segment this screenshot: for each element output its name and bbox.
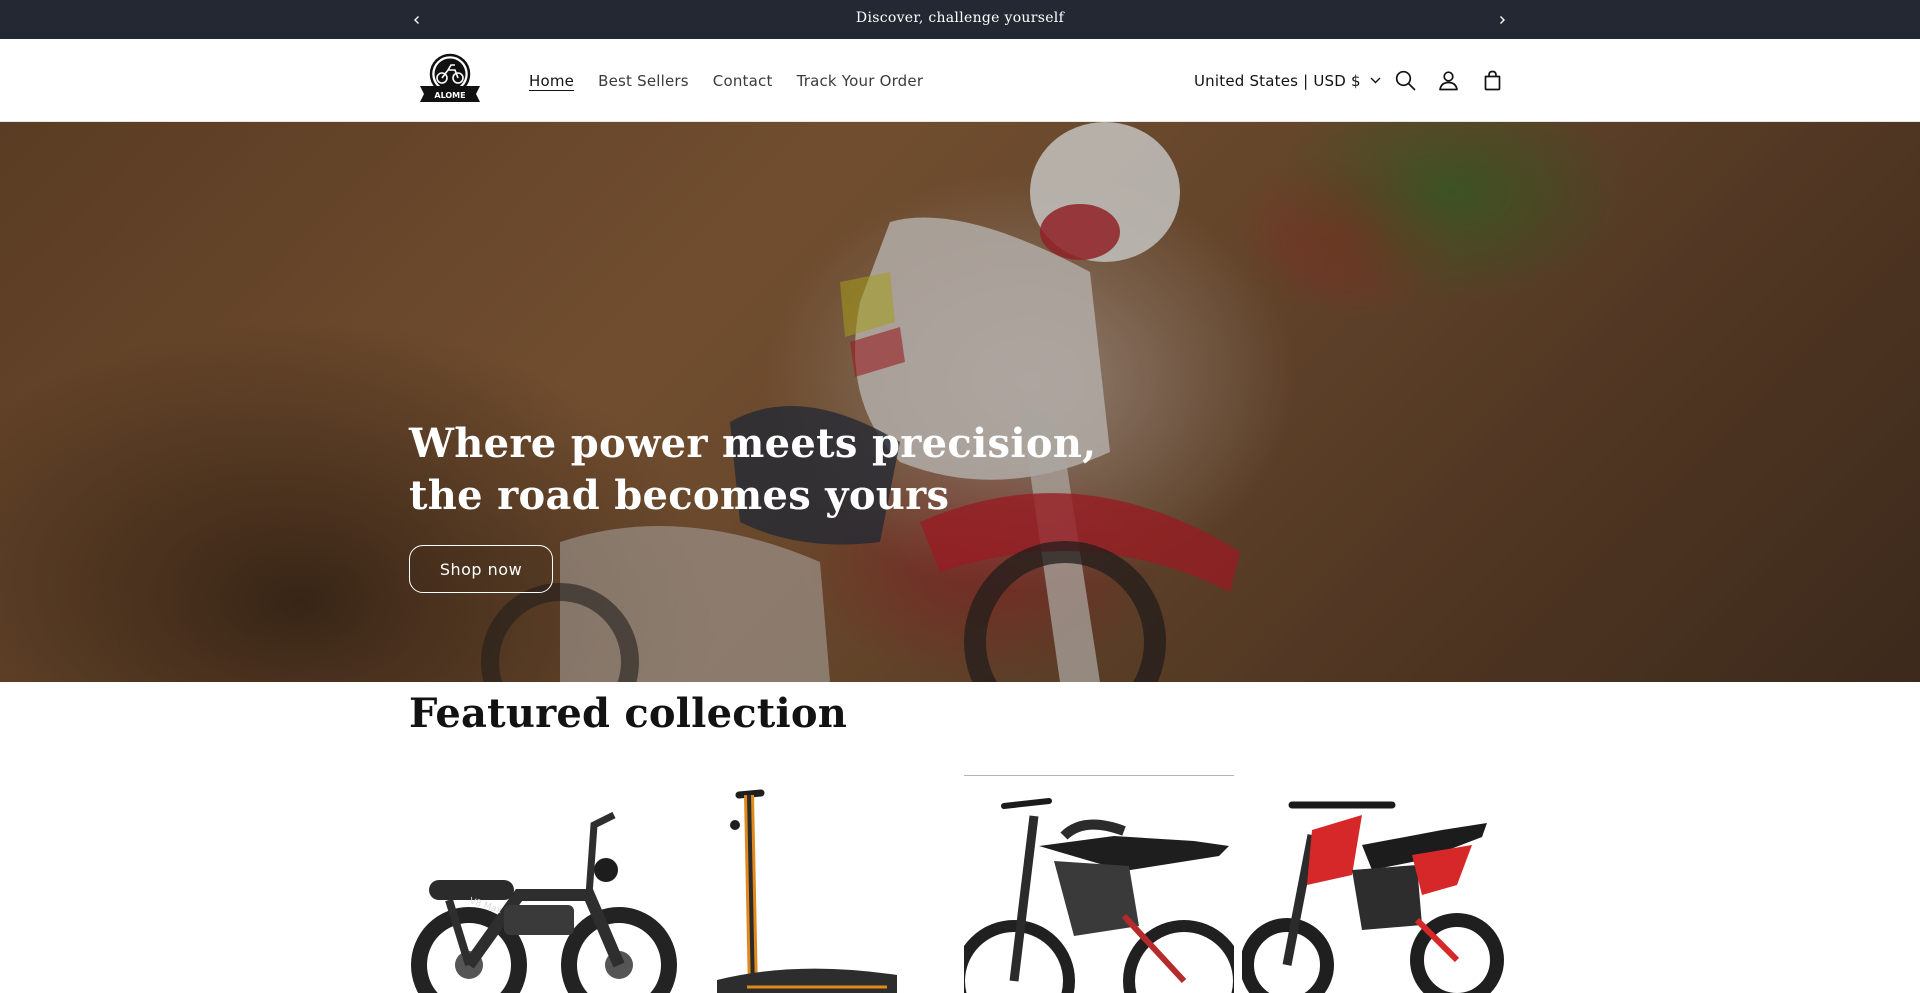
electric-scooter-image bbox=[687, 775, 957, 993]
electric-fat-bike-image: V8 Max bbox=[409, 775, 679, 993]
chevron-down-icon bbox=[1370, 77, 1381, 84]
kids-electric-dirt-bike-red-image bbox=[1242, 775, 1512, 993]
nav-best-sellers-link[interactable]: Best Sellers bbox=[598, 72, 689, 90]
product-card[interactable]: V8 Max bbox=[409, 775, 679, 993]
electric-dirt-bike-black-image bbox=[964, 776, 1234, 993]
hero-heading: Where power meets precision, the road be… bbox=[409, 420, 1097, 519]
account-button[interactable] bbox=[1433, 65, 1463, 95]
nav-home-link[interactable]: Home bbox=[529, 72, 574, 90]
shop-now-button[interactable]: Shop now bbox=[409, 545, 553, 593]
product-card[interactable] bbox=[1242, 775, 1512, 993]
account-icon bbox=[1438, 70, 1458, 90]
logo-text: ALOME bbox=[434, 91, 465, 100]
announcement-message: Discover, challenge yourself bbox=[855, 9, 1065, 26]
store-logo[interactable]: ALOME bbox=[418, 53, 482, 103]
country-currency-label: United States | USD $ bbox=[1194, 71, 1361, 90]
chevron-right-icon bbox=[1500, 15, 1505, 24]
featured-collection-title: Featured collection bbox=[409, 690, 848, 737]
cart-icon bbox=[1484, 70, 1500, 90]
main-nav: Home Best Sellers Contact Track Your Ord… bbox=[529, 39, 947, 122]
hero-banner: Where power meets precision, the road be… bbox=[0, 122, 1920, 682]
product-card[interactable] bbox=[964, 775, 1234, 993]
search-icon bbox=[1395, 70, 1415, 90]
announcement-bar: Discover, challenge yourself bbox=[0, 0, 1920, 39]
nav-contact-link[interactable]: Contact bbox=[713, 72, 773, 90]
logo-emblem: ALOME bbox=[420, 53, 480, 102]
search-button[interactable] bbox=[1390, 65, 1420, 95]
product-card[interactable] bbox=[687, 775, 957, 993]
hero-overlay bbox=[0, 122, 1920, 682]
nav-track-order-link[interactable]: Track Your Order bbox=[797, 72, 924, 90]
cart-button[interactable] bbox=[1477, 65, 1507, 95]
site-header: ALOME Home Best Sellers Contact Track Yo… bbox=[0, 39, 1920, 122]
country-currency-selector[interactable]: United States | USD $ bbox=[1194, 39, 1381, 122]
announcement-next-button[interactable] bbox=[1490, 0, 1514, 39]
